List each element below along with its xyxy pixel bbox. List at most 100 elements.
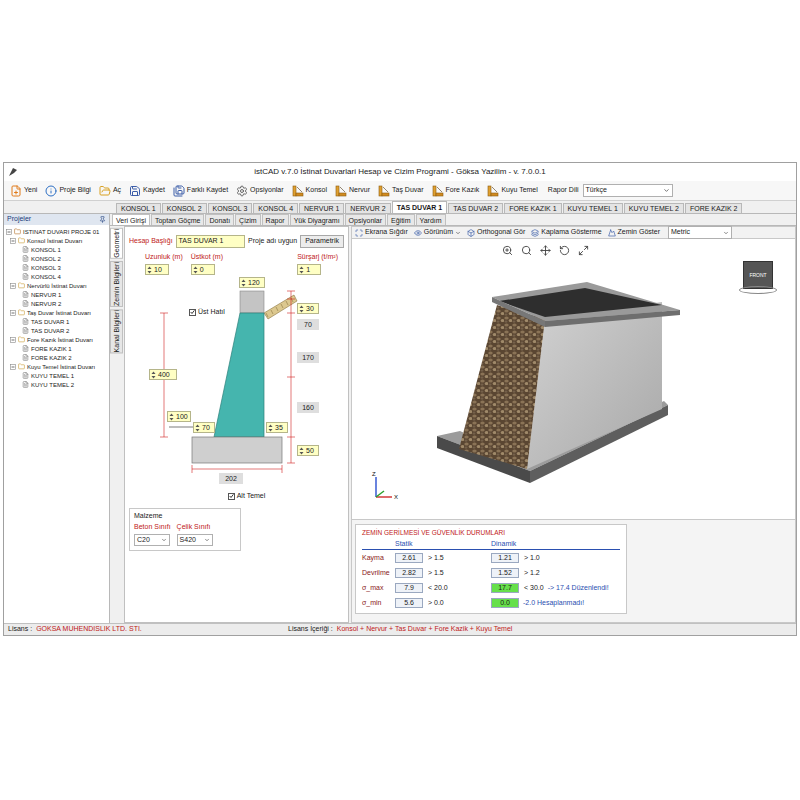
collapse-icon[interactable] — [10, 238, 16, 244]
document-tab[interactable]: NERVUR 2 — [345, 203, 390, 213]
document-tab[interactable]: KONSOL 4 — [253, 203, 298, 213]
spin-icon[interactable] — [299, 305, 304, 313]
collapse-icon[interactable] — [10, 337, 16, 343]
wall-3d-render[interactable] — [352, 239, 792, 519]
tree-item[interactable]: KONSOL 3 — [4, 263, 109, 272]
toolbar-button[interactable]: Kuyu Temel — [485, 185, 539, 197]
side-tab[interactable]: Geometri — [110, 228, 123, 259]
dimension-input[interactable]: 120 — [239, 277, 265, 288]
document-tab[interactable]: KONSOL 2 — [162, 203, 207, 213]
viewer-tool[interactable]: Orthogonal Gör — [467, 227, 525, 238]
side-tab[interactable]: Zemin Bilgileri — [110, 261, 123, 307]
spin-icon[interactable] — [268, 424, 273, 432]
document-tab[interactable]: KONSOL 3 — [208, 203, 253, 213]
zoom-window-icon[interactable] — [502, 245, 513, 256]
tree-item[interactable]: KUYU TEMEL 1 — [4, 371, 109, 380]
toolbar-button[interactable]: Konsol — [290, 185, 329, 197]
sub-tab[interactable]: Yük Diyagramı — [290, 214, 344, 225]
sub-tab[interactable]: Veri Girişi — [112, 214, 150, 225]
collapse-icon[interactable] — [10, 310, 16, 316]
view-cube-face[interactable]: FRONT — [743, 261, 773, 289]
document-tab[interactable]: KONSOL 1 — [116, 203, 161, 213]
sub-tab[interactable]: Donatı — [205, 214, 234, 225]
document-tab[interactable]: TAS DUVAR 2 — [448, 203, 503, 213]
zoom-icon[interactable] — [521, 245, 532, 256]
dimension-input[interactable]: 35 — [266, 422, 288, 433]
document-tab[interactable]: NERVUR 1 — [299, 203, 344, 213]
material-select[interactable]: S420 — [177, 534, 213, 547]
tree-item[interactable]: NERVUR 2 — [4, 299, 109, 308]
tree-item[interactable]: FORE KAZIK 2 — [4, 353, 109, 362]
collapse-icon[interactable] — [6, 229, 12, 235]
tree-item[interactable]: NERVUR 1 — [4, 290, 109, 299]
sub-tab[interactable]: Eğitim — [387, 214, 414, 225]
rotate-icon[interactable] — [559, 245, 570, 256]
document-tab[interactable]: KUYU TEMEL 2 — [624, 203, 684, 213]
report-language-select[interactable]: Türkçe — [583, 184, 673, 197]
spin-icon[interactable] — [241, 279, 246, 287]
toolbar-button[interactable]: Nervur — [333, 185, 372, 197]
fit-icon[interactable] — [578, 245, 589, 256]
collapse-icon[interactable] — [10, 364, 16, 370]
side-tab[interactable]: Kanal Bilgileri — [110, 309, 123, 353]
sub-tab[interactable]: Opsiyonlar — [345, 214, 386, 225]
checkbox-box[interactable] — [228, 493, 235, 500]
toolbar-button[interactable]: Taş Duvar — [376, 185, 426, 197]
viewer-tool[interactable]: Kaplama Gösterme — [531, 227, 601, 238]
tree-group-row[interactable]: Taş Duvar İstinat Duvarı — [4, 308, 109, 317]
units-select[interactable]: Metric — [668, 226, 732, 239]
dimension-input[interactable]: 30 — [297, 303, 319, 314]
toolbar-button[interactable]: Yeni — [8, 185, 39, 197]
sub-tab[interactable]: Çizim — [235, 214, 261, 225]
tree-item[interactable]: FORE KAZIK 1 — [4, 344, 109, 353]
tree-project[interactable]: ISTINAT DUVARI PROJE 01 — [4, 227, 109, 236]
material-select[interactable]: C20 — [134, 534, 170, 547]
toolbar-button[interactable]: Proje Bilgi — [43, 185, 93, 197]
tree-group-row[interactable]: Nervürlü İstinat Duvarı — [4, 281, 109, 290]
pan-icon[interactable] — [540, 245, 551, 256]
spin-icon[interactable] — [151, 371, 156, 379]
checkbox-box[interactable] — [189, 309, 196, 316]
toolbar-button[interactable]: Kaydet — [127, 185, 167, 197]
viewport[interactable]: FRONTZX — [351, 239, 796, 519]
dimension-input[interactable]: 100 — [167, 411, 191, 422]
viewer-tool[interactable]: Görünüm — [414, 227, 461, 238]
tree-group-row[interactable]: Fore Kazık İstinat Duvarı — [4, 335, 109, 344]
collapse-icon[interactable] — [10, 283, 16, 289]
sub-tab[interactable]: Yardım — [416, 214, 446, 225]
spin-icon[interactable] — [195, 424, 200, 432]
tree-item[interactable]: TAS DUVAR 1 — [4, 317, 109, 326]
spin-icon[interactable] — [299, 447, 304, 455]
tree-item[interactable]: KUYU TEMEL 2 — [4, 380, 109, 389]
view-cube[interactable]: FRONT — [739, 261, 777, 294]
dimension-input[interactable]: 70 — [193, 422, 215, 433]
tree-item[interactable]: KONSOL 4 — [4, 272, 109, 281]
toolbar-button[interactable]: Fore Kazık — [430, 185, 482, 197]
field-input[interactable]: 0 — [191, 264, 215, 275]
base-checkbox[interactable]: Alt Temel — [228, 491, 266, 502]
tree-item[interactable]: KONSOL 1 — [4, 245, 109, 254]
title-input[interactable]: TAS DUVAR 1 — [176, 235, 246, 248]
document-tab[interactable]: FORE KAZIK 1 — [504, 203, 561, 213]
view-cube-ring[interactable] — [739, 286, 777, 294]
dimension-input[interactable]: 400 — [149, 369, 177, 380]
toolbar-button[interactable]: Aç — [97, 185, 123, 197]
sub-tab[interactable]: Rapor — [262, 214, 289, 225]
field-input[interactable]: 10 — [145, 264, 169, 275]
parametric-button[interactable]: Parametrik — [300, 235, 344, 248]
toolbar-button[interactable]: Farklı Kaydet — [171, 185, 230, 197]
toolbar-button[interactable]: Opsiyonlar — [234, 185, 285, 197]
tree-item[interactable]: TAS DUVAR 2 — [4, 326, 109, 335]
spin-icon[interactable] — [193, 266, 198, 274]
document-tab[interactable]: KUYU TEMEL 1 — [563, 203, 623, 213]
viewer-tool[interactable]: Ekrana Sığdır — [355, 227, 408, 238]
document-tab[interactable]: TAS DUVAR 1 — [392, 201, 448, 213]
tree-group-row[interactable]: Konsol İstinat Duvarı — [4, 236, 109, 245]
spin-icon[interactable] — [169, 413, 174, 421]
tree-group-row[interactable]: Kuyu Temel İstinat Duvarı — [4, 362, 109, 371]
sub-tab[interactable]: Toptan Göçme — [151, 214, 205, 225]
document-tab[interactable]: FORE KAZIK 2 — [685, 203, 742, 213]
pin-icon[interactable] — [99, 216, 106, 223]
top-beam-option[interactable]: Üst Hatıl — [189, 307, 225, 318]
spin-icon[interactable] — [147, 266, 152, 274]
